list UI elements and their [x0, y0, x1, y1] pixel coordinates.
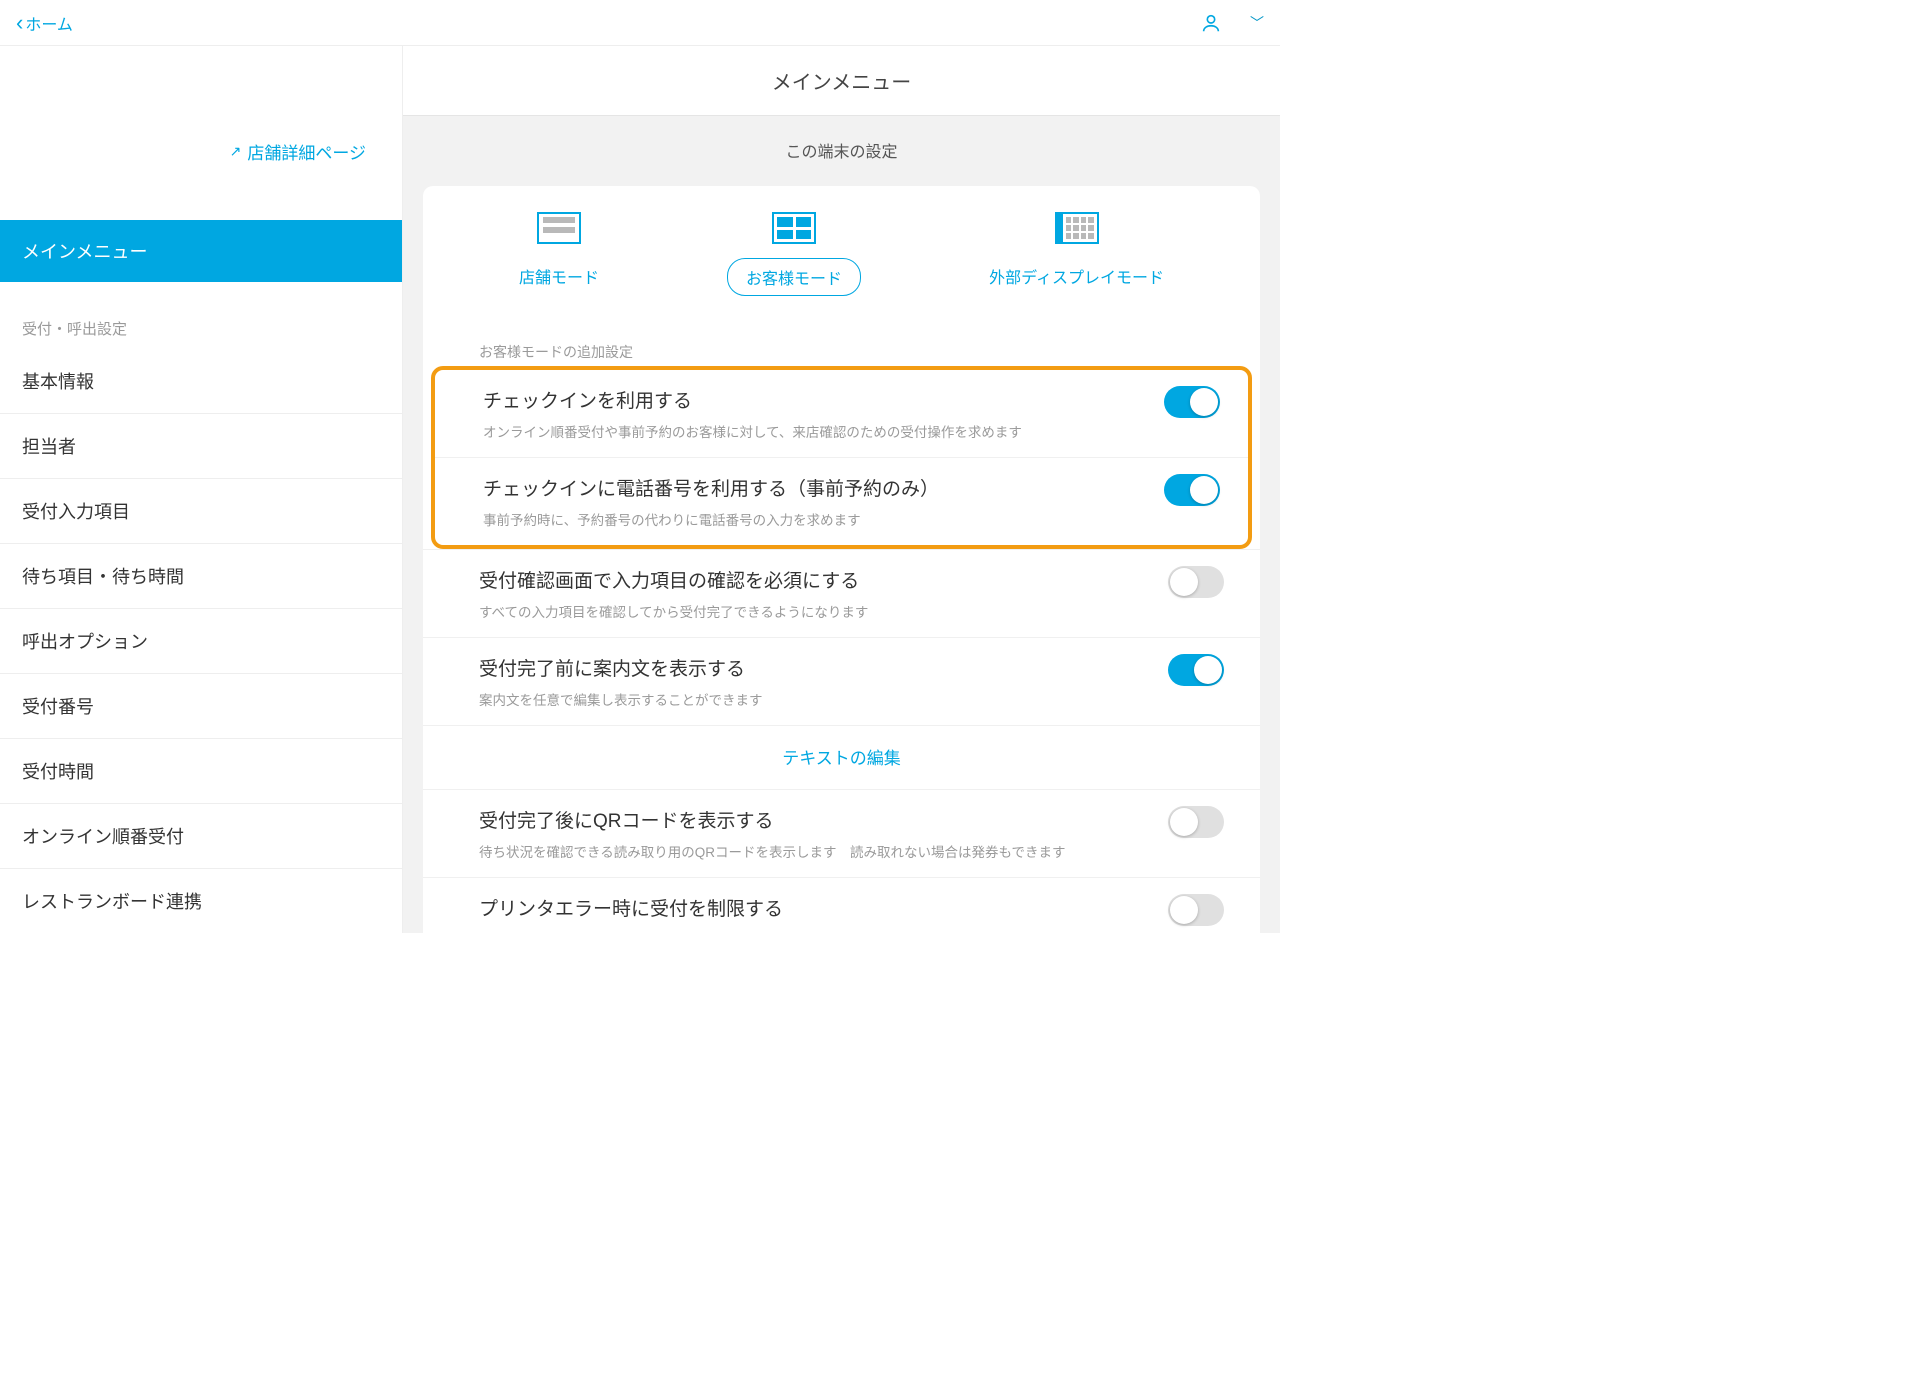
customer-mode-icon — [772, 212, 816, 244]
sidebar-item-number[interactable]: 受付番号 — [0, 674, 402, 739]
mode-customer-label: お客様モード — [727, 258, 861, 296]
sidebar-item-basic[interactable]: 基本情報 — [0, 349, 402, 414]
sidebar-group-label: 受付・呼出設定 — [0, 282, 402, 349]
mode-external-label: 外部ディスプレイモード — [971, 258, 1182, 294]
setting-desc: プリンタエラー（未接続、カバー開き、用紙切れ）で番号券が発券されずに受付完了する… — [479, 929, 1113, 933]
setting-printer-error: プリンタエラー時に受付を制限する プリンタエラー（未接続、カバー開き、用紙切れ）… — [423, 877, 1260, 933]
setting-desc: 案内文を任意で編集し表示することができます — [479, 689, 763, 709]
device-subtitle: この端末の設定 — [403, 116, 1280, 168]
mode-store[interactable]: 店舗モード — [501, 212, 617, 296]
page-title: メインメニュー — [403, 46, 1280, 116]
edit-text-link[interactable]: テキストの編集 — [423, 725, 1260, 789]
setting-title: 受付確認画面で入力項目の確認を必須にする — [479, 566, 868, 593]
chevron-left-icon: ‹ — [16, 10, 23, 36]
mode-selector: 店舗モード お客様モード 外部ディスプレイモード — [423, 186, 1260, 320]
setting-checkin: チェックインを利用する オンライン順番受付や事前予約のお客様に対して、来店確認の… — [435, 370, 1248, 457]
toggle-confirm-required[interactable] — [1168, 566, 1224, 598]
main-panel: メインメニュー この端末の設定 店舗モード お客様モード 外部ディスプレイモード… — [403, 46, 1280, 933]
setting-title: 受付完了後にQRコードを表示する — [479, 806, 1065, 833]
toggle-show-qr[interactable] — [1168, 806, 1224, 838]
external-link-icon: ↗ — [230, 143, 242, 160]
store-mode-icon — [537, 212, 581, 244]
external-mode-icon — [1055, 212, 1099, 244]
setting-desc: すべての入力項目を確認してから受付完了できるようになります — [479, 601, 868, 621]
user-icon[interactable] — [1200, 12, 1222, 34]
settings-card: 店舗モード お客様モード 外部ディスプレイモード お客様モードの追加設定 チェッ… — [423, 186, 1260, 933]
sidebar-active-section[interactable]: メインメニュー — [0, 220, 402, 282]
highlighted-settings: チェックインを利用する オンライン順番受付や事前予約のお客様に対して、来店確認の… — [431, 366, 1252, 549]
setting-confirm-required: 受付確認画面で入力項目の確認を必須にする すべての入力項目を確認してから受付完了… — [423, 549, 1260, 637]
setting-desc: オンライン順番受付や事前予約のお客様に対して、来店確認のための受付操作を求めます — [483, 421, 1022, 441]
section-note: お客様モードの追加設定 — [423, 320, 1260, 366]
sidebar-item-input[interactable]: 受付入力項目 — [0, 479, 402, 544]
setting-title: チェックインに電話番号を利用する（事前予約のみ） — [483, 474, 939, 501]
toggle-checkin-phone[interactable] — [1164, 474, 1220, 506]
store-detail-link[interactable]: ↗ 店舗詳細ページ — [230, 139, 366, 164]
sidebar-item-online[interactable]: オンライン順番受付 — [0, 804, 402, 869]
mode-external[interactable]: 外部ディスプレイモード — [971, 212, 1182, 296]
chevron-down-icon[interactable]: ﹀ — [1250, 13, 1264, 33]
sidebar-item-staff[interactable]: 担当者 — [0, 414, 402, 479]
mode-store-label: 店舗モード — [501, 258, 617, 294]
sidebar-item-restaurant[interactable]: レストランボード連携 — [0, 869, 402, 933]
setting-checkin-phone: チェックインに電話番号を利用する（事前予約のみ） 事前予約時に、予約番号の代わり… — [435, 457, 1248, 545]
setting-title: プリンタエラー時に受付を制限する — [479, 894, 1113, 921]
back-button[interactable]: ‹ ホーム — [16, 10, 73, 36]
mode-customer[interactable]: お客様モード — [727, 212, 861, 296]
setting-show-guidance: 受付完了前に案内文を表示する 案内文を任意で編集し表示することができます — [423, 637, 1260, 725]
toggle-show-guidance[interactable] — [1168, 654, 1224, 686]
sidebar-item-wait[interactable]: 待ち項目・待ち時間 — [0, 544, 402, 609]
setting-show-qr: 受付完了後にQRコードを表示する 待ち状況を確認できる読み取り用のQRコードを表… — [423, 789, 1260, 877]
setting-desc: 待ち状況を確認できる読み取り用のQRコードを表示します 読み取れない場合は発券も… — [479, 841, 1065, 861]
setting-title: 受付完了前に案内文を表示する — [479, 654, 763, 681]
toggle-checkin[interactable] — [1164, 386, 1220, 418]
toggle-printer-error[interactable] — [1168, 894, 1224, 926]
setting-desc: 事前予約時に、予約番号の代わりに電話番号の入力を求めます — [483, 509, 939, 529]
back-label: ホーム — [25, 11, 73, 35]
setting-title: チェックインを利用する — [483, 386, 1022, 413]
sidebar-item-call[interactable]: 呼出オプション — [0, 609, 402, 674]
sidebar: ↗ 店舗詳細ページ メインメニュー 受付・呼出設定 基本情報 担当者 受付入力項… — [0, 46, 403, 933]
store-detail-label: 店舗詳細ページ — [247, 139, 366, 164]
sidebar-item-time[interactable]: 受付時間 — [0, 739, 402, 804]
topbar: ‹ ホーム ﹀ — [0, 0, 1280, 46]
